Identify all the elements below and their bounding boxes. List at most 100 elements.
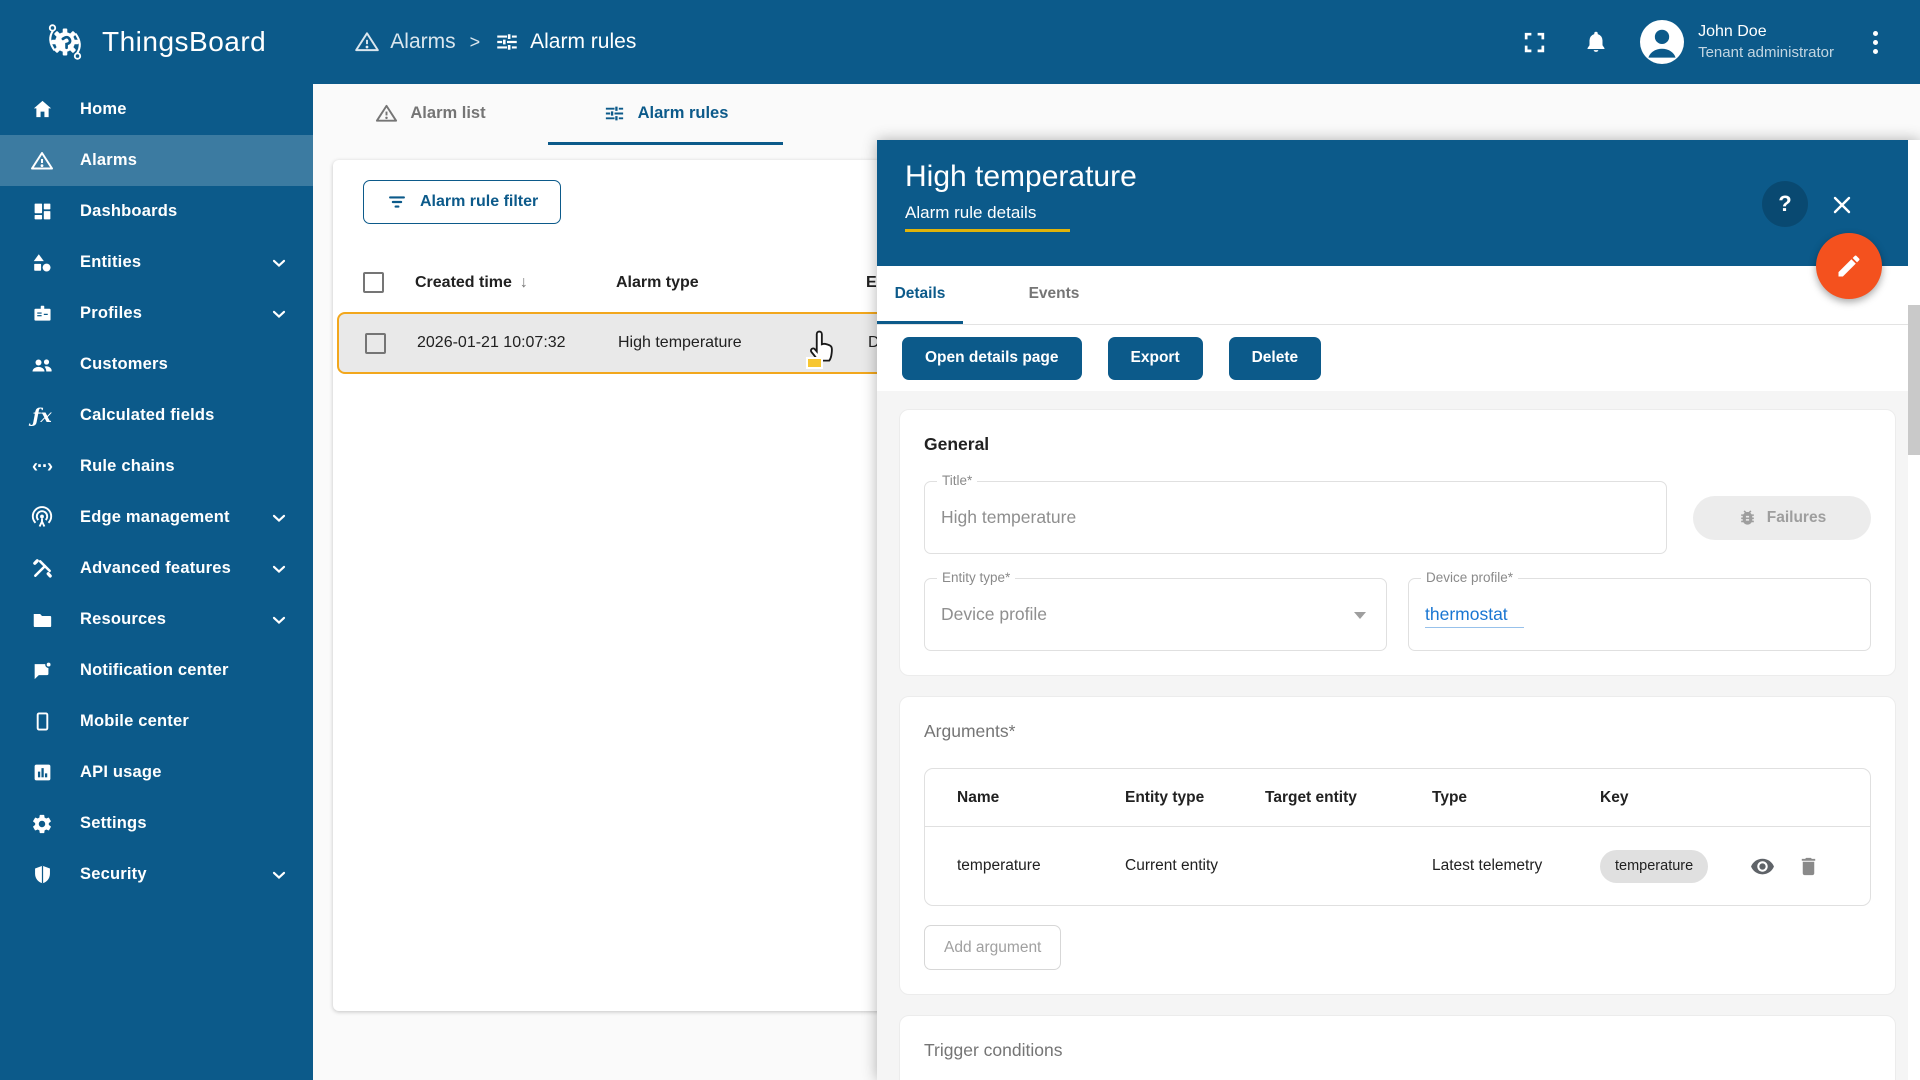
chevron-down-icon (269, 865, 289, 885)
sidebar-item-calculated-fields[interactable]: ƒx Calculated fields (0, 390, 313, 441)
chevron-down-icon (269, 304, 289, 324)
alarm-tabs: Alarm list Alarm rules (313, 84, 1920, 145)
sidebar-item-advanced-features[interactable]: Advanced features (0, 543, 313, 594)
avatar[interactable] (1640, 20, 1685, 64)
profiles-icon (29, 303, 55, 324)
entity-type-value: Device profile (941, 604, 1048, 624)
sidebar-item-settings[interactable]: Settings (0, 798, 313, 849)
edit-fab-button[interactable] (1816, 233, 1882, 299)
sidebar-item-api-usage[interactable]: API usage (0, 747, 313, 798)
breadcrumb-parent-label: Alarms (390, 30, 456, 53)
open-details-page-button[interactable]: Open details page (902, 336, 1082, 380)
sidebar-item-alarms[interactable]: Alarms (0, 135, 313, 186)
thingsboard-logo[interactable]: ThingsBoard (40, 17, 266, 67)
more-menu-button[interactable] (1860, 30, 1890, 54)
pencil-icon (1835, 252, 1863, 280)
chevron-down-icon (269, 559, 289, 579)
add-argument-button[interactable]: Add argument (924, 925, 1062, 970)
help-button[interactable]: ? (1762, 181, 1808, 227)
user-info[interactable]: John Doe Tenant administrator (1698, 22, 1834, 62)
row-created-time: 2026-01-21 10:07:32 (417, 334, 566, 351)
top-app-bar: ThingsBoard Alarms > Alarm rules John Do… (0, 0, 1920, 84)
key-chip: temperature (1600, 849, 1709, 883)
device-profile-link[interactable]: thermostat (1425, 604, 1524, 628)
help-icon: ? (1778, 191, 1792, 216)
sidebar-item-edge-management[interactable]: Edge management (0, 492, 313, 543)
fullscreen-button[interactable] (1512, 20, 1556, 64)
thingsboard-gear-icon (40, 17, 90, 67)
row-alarm-type: High temperature (618, 334, 742, 351)
entity-type-select[interactable]: Entity type* Device profile (924, 570, 1387, 651)
argument-row: temperature Current entity Latest teleme… (925, 827, 1870, 905)
select-all-checkbox[interactable] (363, 272, 384, 293)
title-field-value: High temperature (941, 507, 1077, 527)
row-checkbox[interactable] (365, 332, 386, 354)
user-role: Tenant administrator (1698, 43, 1834, 61)
sidebar-item-profiles[interactable]: Profiles (0, 288, 313, 339)
trigger-conditions-section: Trigger conditions (899, 1015, 1896, 1080)
panel-scrollbar-track[interactable] (1908, 140, 1920, 1080)
tab-details[interactable]: Details (877, 266, 963, 324)
sidebar-item-label: Home (80, 100, 127, 118)
column-created-time[interactable]: Created time ↓ (415, 274, 528, 292)
alarm-rule-filter-button[interactable]: Alarm rule filter (363, 180, 562, 224)
sidebar-item-label: Entities (80, 253, 142, 271)
rule-chains-icon: ‹··› (32, 456, 53, 476)
fullscreen-icon (1522, 30, 1547, 55)
sidebar-item-home[interactable]: Home (0, 84, 313, 135)
sidebar-item-notification-center[interactable]: Notification center (0, 645, 313, 696)
delete-button[interactable]: Delete (1228, 336, 1322, 380)
sidebar-item-label: Resources (80, 610, 167, 628)
arguments-table-header: Name Entity type Target entity Type Key (925, 769, 1870, 827)
sidebar-item-resources[interactable]: Resources (0, 594, 313, 645)
sidebar-item-mobile-center[interactable]: Mobile center (0, 696, 313, 747)
breadcrumb-separator: > (469, 31, 481, 52)
title-field-label: Title* (937, 473, 978, 488)
alarm-rule-details-panel: High temperature Alarm rule details ? De… (877, 140, 1920, 1080)
close-panel-button[interactable] (1822, 185, 1862, 225)
sidebar-item-dashboards[interactable]: Dashboards (0, 186, 313, 237)
tab-alarm-rules[interactable]: Alarm rules (548, 84, 783, 145)
sidebar-nav: Home Alarms Dashboards Entities Profiles… (0, 84, 313, 1080)
sidebar-item-rule-chains[interactable]: ‹··› Rule chains (0, 441, 313, 492)
bell-icon (1583, 29, 1609, 55)
device-profile-label: Device profile* (1421, 570, 1519, 585)
failures-button[interactable]: Failures (1693, 495, 1871, 540)
visibility-eye-icon[interactable] (1750, 854, 1775, 879)
entities-icon (29, 252, 55, 274)
sidebar-item-entities[interactable]: Entities (0, 237, 313, 288)
tab-events[interactable]: Events (1011, 266, 1097, 324)
export-button[interactable]: Export (1107, 336, 1203, 380)
argument-type: Latest telemetry (1432, 857, 1543, 874)
title-field[interactable]: Title* High temperature (924, 473, 1667, 554)
argument-entity-type: Current entity (1125, 857, 1219, 874)
arguments-table: Name Entity type Target entity Type Key … (924, 768, 1871, 906)
tune-icon (603, 102, 626, 125)
dashboards-icon (29, 201, 55, 222)
tab-label: Alarm rules (637, 103, 729, 122)
breadcrumb-alarms[interactable]: Alarms (354, 29, 456, 55)
device-profile-field[interactable]: Device profile* thermostat (1408, 570, 1871, 651)
sidebar-item-label: Alarms (80, 151, 138, 169)
notifications-button[interactable] (1574, 20, 1618, 64)
tab-alarm-list[interactable]: Alarm list (313, 84, 548, 145)
panel-subtitle: Alarm rule details (905, 203, 1071, 232)
warning-icon (354, 29, 380, 55)
sidebar-item-label: Advanced features (80, 559, 232, 577)
kebab-icon (1872, 30, 1878, 36)
warning-icon (375, 102, 398, 125)
panel-scrollbar-thumb[interactable] (1908, 305, 1920, 455)
sidebar-item-label: API usage (80, 763, 162, 781)
sidebar-item-label: Edge management (80, 508, 230, 526)
column-alarm-type[interactable]: Alarm type (616, 274, 699, 292)
sidebar-item-security[interactable]: Security (0, 849, 313, 900)
panel-action-buttons: Open details page Export Delete (877, 325, 1920, 391)
bug-icon (1738, 508, 1757, 527)
breadcrumb-alarm-rules[interactable]: Alarm rules (494, 29, 636, 55)
shield-icon (29, 864, 55, 885)
sidebar-item-customers[interactable]: Customers (0, 339, 313, 390)
chevron-down-icon (269, 610, 289, 630)
argument-name: temperature (957, 857, 1041, 874)
trash-icon[interactable] (1797, 855, 1820, 878)
column-clipped: E (866, 273, 877, 291)
